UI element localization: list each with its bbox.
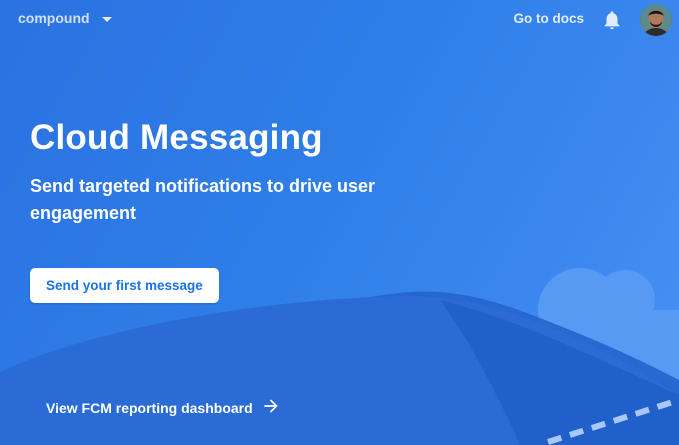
page-title: Cloud Messaging xyxy=(30,118,323,157)
bell-icon[interactable] xyxy=(601,9,623,31)
page-subtitle: Send targeted notifications to drive use… xyxy=(30,176,376,223)
mountain-shadow xyxy=(440,300,679,445)
mountain-back xyxy=(60,291,679,445)
arrow-right-icon xyxy=(261,396,281,419)
mountain-front xyxy=(0,295,679,445)
dashed-path xyxy=(547,397,679,445)
top-bar: compound Go to docs xyxy=(0,0,679,40)
project-switcher[interactable]: compound xyxy=(18,10,112,26)
go-to-docs-link[interactable]: Go to docs xyxy=(514,11,585,26)
cloud-shape xyxy=(538,268,679,380)
cloud-messaging-hero: compound Go to docs Cloud Messaging Send… xyxy=(0,0,679,445)
caret-down-icon xyxy=(101,16,112,22)
view-reporting-dashboard-link[interactable]: View FCM reporting dashboard xyxy=(46,396,281,419)
avatar[interactable] xyxy=(640,4,672,36)
project-name: compound xyxy=(18,10,90,26)
dashboard-link-label: View FCM reporting dashboard xyxy=(46,399,253,416)
send-first-message-button[interactable]: Send your first message xyxy=(30,268,219,303)
